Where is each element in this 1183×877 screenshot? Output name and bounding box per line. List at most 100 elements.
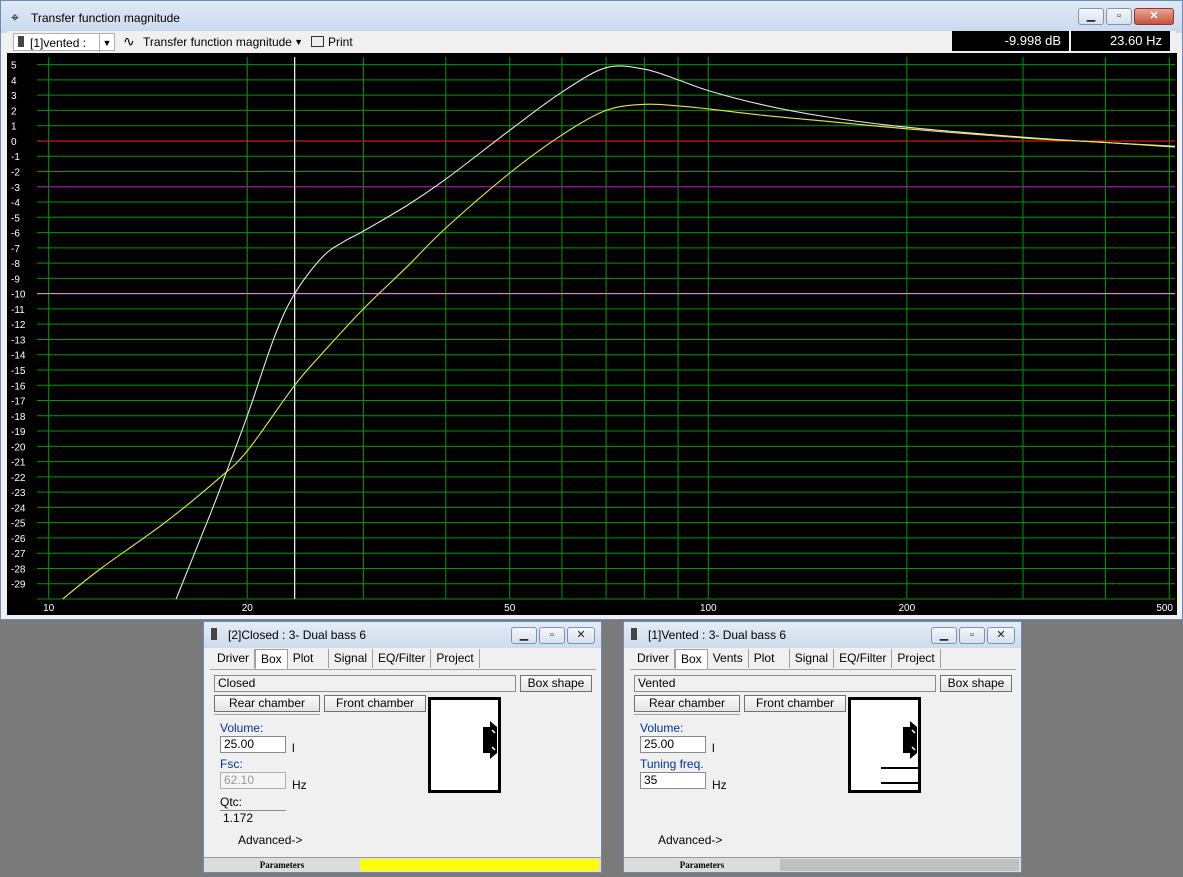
status-indicator — [360, 859, 599, 871]
minimize-icon: ▁ — [519, 629, 529, 641]
y-tick-label: -6 — [11, 229, 20, 240]
plot-type-select[interactable]: ∿ Transfer function magnitude ▼ — [119, 33, 305, 51]
y-tick-label: 5 — [11, 61, 17, 72]
maximize-button[interactable]: ▫ — [959, 627, 985, 644]
x-tick-label: 10 — [43, 603, 55, 614]
tab-plot[interactable]: Plot — [749, 649, 790, 668]
tab-signal[interactable]: Signal — [329, 649, 374, 668]
x-tick-label: 20 — [242, 603, 254, 614]
y-tick-label: -21 — [11, 458, 26, 469]
closed-box-window: [2]Closed : 3- Dual bass 6 ▁ ▫ ✕ Driver … — [203, 621, 602, 873]
transfer-function-window: ⌖ Transfer function magnitude ▁ ▫ ✕ [1]v… — [0, 0, 1183, 620]
maximize-icon: ▫ — [1117, 10, 1121, 22]
tuning-freq-input[interactable]: 35 — [640, 772, 706, 789]
volume-label: Volume: — [640, 721, 684, 735]
main-title-bar[interactable]: ⌖ Transfer function magnitude ▁ ▫ ✕ — [1, 1, 1182, 33]
advanced-link[interactable]: Advanced-> — [658, 833, 722, 847]
maximize-button[interactable]: ▫ — [1106, 8, 1132, 25]
vented-title-bar[interactable]: [1]Vented : 3- Dual bass 6 ▁ ▫ ✕ — [624, 622, 1021, 648]
speaker-icon — [631, 628, 637, 640]
y-tick-label: -29 — [11, 580, 26, 591]
close-button[interactable]: ✕ — [987, 627, 1015, 644]
volume-input[interactable]: 25.00 — [640, 736, 706, 753]
x-tick-label: 200 — [899, 603, 916, 614]
speaker-icon — [18, 36, 24, 47]
closed-box-panel: Closed Box shape Rear chamber Front cham… — [210, 669, 596, 856]
rear-chamber-tab[interactable]: Rear chamber — [634, 695, 740, 712]
advanced-link[interactable]: Advanced-> — [238, 833, 302, 847]
vented-window-title: [1]Vented : 3- Dual bass 6 — [648, 628, 787, 642]
box-shape-button[interactable]: Box shape — [520, 675, 592, 692]
y-tick-label: -18 — [11, 412, 26, 423]
print-button[interactable]: Print — [309, 33, 365, 51]
tab-eq-filter[interactable]: EQ/Filter — [373, 649, 432, 668]
tab-driver[interactable]: Driver — [632, 649, 675, 668]
front-chamber-tab[interactable]: Front chamber — [324, 695, 426, 712]
box-type-field[interactable]: Closed — [214, 675, 516, 692]
x-tick-label: 500 — [1156, 603, 1173, 614]
chevron-down-icon[interactable]: ▼ — [99, 34, 114, 52]
plot-type-value: Transfer function magnitude — [143, 35, 292, 49]
vented-box-window: [1]Vented : 3- Dual bass 6 ▁ ▫ ✕ Driver … — [623, 621, 1022, 873]
vented-status-bar: Parameters — [624, 857, 1021, 872]
box-shape-button[interactable]: Box shape — [940, 675, 1012, 692]
volume-unit: l — [712, 741, 715, 755]
front-chamber-tab[interactable]: Front chamber — [744, 695, 846, 712]
y-tick-label: 0 — [11, 137, 17, 148]
rear-chamber-tab[interactable]: Rear chamber — [214, 695, 320, 712]
close-icon: ✕ — [996, 629, 1006, 641]
tab-plot[interactable]: Plot — [288, 649, 329, 668]
y-tick-label: -11 — [11, 305, 25, 316]
volume-unit: l — [292, 741, 295, 755]
close-button[interactable]: ✕ — [1134, 8, 1174, 25]
y-tick-label: -5 — [11, 213, 20, 224]
chevron-down-icon[interactable]: ▼ — [294, 33, 303, 51]
volume-input[interactable]: 25.00 — [220, 736, 286, 753]
tab-driver[interactable]: Driver — [212, 649, 255, 668]
tab-vents[interactable]: Vents — [708, 649, 749, 668]
closed-window-title: [2]Closed : 3- Dual bass 6 — [228, 628, 367, 642]
tab-project[interactable]: Project — [892, 649, 941, 668]
close-button[interactable]: ✕ — [567, 627, 595, 644]
transfer-function-chart[interactable]: 543210-1-2-3-4-5-6-7-8-9-10-11-12-13-14-… — [7, 53, 1177, 615]
cursor-db-readout: -9.998 dB — [952, 31, 1069, 51]
parameters-status: Parameters — [679, 860, 725, 870]
y-tick-label: -25 — [11, 519, 26, 530]
y-tick-label: -9 — [11, 274, 20, 285]
tab-project[interactable]: Project — [431, 649, 480, 668]
fsc-input: 62.10 — [220, 772, 286, 789]
vented-tabs: Driver Box Vents Plot Signal EQ/Filter P… — [632, 649, 941, 669]
window-title: Transfer function magnitude — [31, 11, 180, 25]
cursor-hz-readout: 23.60 Hz — [1071, 31, 1170, 51]
box-type-field[interactable]: Vented — [634, 675, 936, 692]
printer-icon — [311, 36, 324, 47]
tab-box[interactable]: Box — [675, 649, 708, 669]
plot-toolbar: [1]vented : ▼ ∿ Transfer function magnit… — [7, 31, 1176, 53]
parameters-status: Parameters — [259, 860, 305, 870]
minimize-button[interactable]: ▁ — [511, 627, 537, 644]
y-tick-label: -13 — [11, 335, 26, 346]
volume-label: Volume: — [220, 721, 264, 735]
minimize-button[interactable]: ▁ — [1078, 8, 1104, 25]
minimize-icon: ▁ — [1086, 10, 1096, 22]
tab-eq-filter[interactable]: EQ/Filter — [834, 649, 893, 668]
y-tick-label: -22 — [11, 473, 26, 484]
plot-area[interactable]: 5 4 3 2 1 0 -1 -2 -3 -4 -5 -6 -7 -8 -9 -10 -11 -12 -13 -14-… — [7, 53, 1177, 615]
y-tick-label: -20 — [11, 442, 26, 453]
qtc-value: 1.172 — [220, 810, 286, 827]
close-icon: ✕ — [1149, 10, 1159, 22]
y-tick-label: -1 — [11, 152, 20, 163]
y-tick-label: 4 — [11, 76, 17, 87]
tab-signal[interactable]: Signal — [790, 649, 835, 668]
y-tick-label: -10 — [11, 290, 26, 301]
system-select[interactable]: [1]vented : ▼ — [13, 33, 115, 52]
y-tick-label: -7 — [11, 244, 20, 255]
system-select-value: [1]vented : — [30, 36, 87, 50]
x-tick-label: 50 — [504, 603, 516, 614]
maximize-button[interactable]: ▫ — [539, 627, 565, 644]
y-tick-label: 3 — [11, 91, 17, 102]
tab-box[interactable]: Box — [255, 649, 288, 669]
closed-title-bar[interactable]: [2]Closed : 3- Dual bass 6 ▁ ▫ ✕ — [204, 622, 601, 648]
minimize-button[interactable]: ▁ — [931, 627, 957, 644]
closed-status-bar: Parameters — [204, 857, 601, 872]
